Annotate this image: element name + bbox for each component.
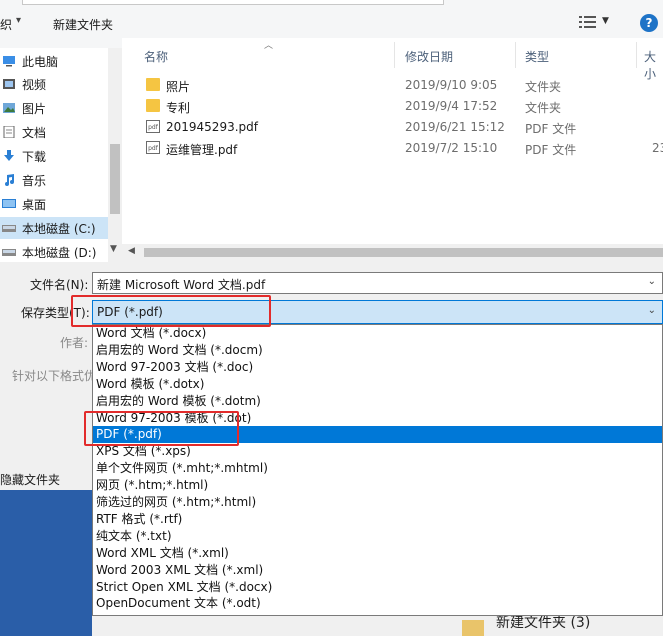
nav-item-drive-d[interactable]: 本地磁盘 (D:): [0, 241, 110, 263]
horizontal-scroll-thumb[interactable]: [144, 248, 663, 257]
nav-item-desktop[interactable]: 桌面: [0, 193, 110, 215]
drive-icon: [2, 225, 16, 232]
column-divider[interactable]: [515, 42, 516, 68]
chevron-down-icon[interactable]: ▾: [16, 15, 21, 26]
column-header-type[interactable]: 类型: [525, 48, 549, 65]
new-folder-button[interactable]: 新建文件夹: [53, 16, 113, 33]
music-icon: [5, 174, 14, 186]
savetype-option[interactable]: Word 模板 (*.dotx): [93, 376, 662, 393]
file-date: 2019/9/10 9:05: [405, 78, 498, 92]
view-dropdown-icon[interactable]: ▼: [602, 16, 609, 26]
folder-icon: [462, 620, 484, 636]
file-size: 23: [652, 141, 663, 155]
file-name: 运维管理.pdf: [166, 143, 238, 157]
savetype-option[interactable]: Word 文档 (*.docx): [93, 325, 662, 342]
address-bar-edge: [22, 0, 444, 5]
file-date: 2019/9/4 17:52: [405, 99, 498, 113]
pdf-file-icon: pdf: [146, 120, 160, 133]
savetype-option[interactable]: RTF 格式 (*.rtf): [93, 511, 662, 528]
nav-label: 文档: [22, 125, 47, 140]
nav-item-pictures[interactable]: 图片: [0, 97, 110, 119]
savetype-option[interactable]: 启用宏的 Word 文档 (*.docm): [93, 342, 662, 359]
savetype-option[interactable]: Word 97-2003 文档 (*.doc): [93, 359, 662, 376]
savetype-option[interactable]: 启用宏的 Word 模板 (*.dotm): [93, 393, 662, 410]
file-date: 2019/7/2 15:10: [405, 141, 498, 155]
filename-value: 新建 Microsoft Word 文档.pdf: [97, 278, 266, 292]
folder-icon: [146, 78, 160, 91]
drive-icon: [2, 249, 16, 256]
column-divider[interactable]: [394, 42, 395, 68]
nav-item-downloads[interactable]: 下载: [0, 145, 110, 167]
organize-button-partial[interactable]: 织: [0, 16, 12, 33]
savetype-option[interactable]: 网页 (*.htm;*.html): [93, 477, 662, 494]
chevron-down-icon[interactable]: ⌄: [648, 276, 656, 287]
file-row[interactable]: pdf 运维管理.pdf 2019/7/2 15:10 PDF 文件 23: [142, 138, 663, 158]
video-icon: [3, 79, 15, 89]
view-options-icon[interactable]: [578, 14, 598, 30]
savetype-option[interactable]: OpenDocument 文本 (*.odt): [93, 595, 662, 612]
file-type: PDF 文件: [525, 122, 577, 136]
document-icon: [3, 126, 15, 138]
file-row[interactable]: 专利 2019/9/4 17:52 文件夹: [142, 96, 663, 116]
nav-label: 音乐: [22, 173, 47, 188]
chevron-down-icon[interactable]: ⌄: [648, 305, 656, 316]
file-row[interactable]: 照片 2019/9/10 9:05 文件夹: [142, 75, 663, 95]
nav-scroll-thumb[interactable]: [110, 144, 120, 214]
file-type: 文件夹: [525, 80, 562, 94]
pdf-file-icon: pdf: [146, 141, 160, 154]
nav-item-this-pc[interactable]: 此电脑: [0, 50, 110, 72]
savetype-option[interactable]: 单个文件网页 (*.mht;*.mhtml): [93, 460, 662, 477]
file-name: 照片: [166, 80, 191, 94]
file-type: PDF 文件: [525, 143, 577, 157]
picture-icon: [3, 103, 15, 113]
file-name: 201945293.pdf: [166, 120, 258, 134]
savetype-option[interactable]: 纯文本 (*.txt): [93, 528, 662, 545]
hide-folders-button[interactable]: 隐藏文件夹: [0, 471, 60, 488]
annotation-box-savetype: [71, 295, 271, 327]
file-type: 文件夹: [525, 101, 562, 115]
nav-item-music[interactable]: 音乐: [0, 169, 110, 191]
file-name: 专利: [166, 101, 191, 115]
file-row[interactable]: pdf 201945293.pdf 2019/6/21 15:12 PDF 文件: [142, 117, 663, 137]
nav-label: 本地磁盘 (D:): [22, 245, 97, 260]
horizontal-scrollbar[interactable]: ◀: [122, 244, 663, 262]
nav-label: 下载: [22, 149, 47, 164]
sort-ascending-icon: ︿: [264, 41, 274, 51]
author-label: 作者:: [60, 336, 89, 350]
desktop-icon: [2, 199, 16, 208]
nav-label: 视频: [22, 77, 47, 92]
navigation-pane: 此电脑 视频 图片 文档 下载 音乐 桌面 本地磁盘 (C:) 本地磁盘 (D:…: [0, 48, 122, 262]
column-divider[interactable]: [636, 42, 637, 68]
optimize-for-label: 针对以下格式优: [12, 369, 97, 383]
watermark-logo: [500, 556, 650, 596]
nav-item-documents[interactable]: 文档: [0, 121, 110, 143]
annotation-box-pdf-option: [84, 411, 239, 446]
help-button[interactable]: ?: [640, 14, 658, 32]
download-icon: [4, 150, 14, 161]
file-date: 2019/6/21 15:12: [405, 120, 505, 134]
column-header-modified[interactable]: 修改日期: [405, 48, 453, 65]
nav-item-drive-c[interactable]: 本地磁盘 (C:): [0, 217, 110, 239]
nav-label: 此电脑: [22, 54, 59, 69]
nav-scrollbar[interactable]: ▼: [108, 48, 122, 262]
desktop-background: [0, 490, 92, 636]
filename-input[interactable]: 新建 Microsoft Word 文档.pdf ⌄: [92, 272, 663, 294]
nav-label: 图片: [22, 101, 47, 116]
column-header-name[interactable]: 名称: [144, 48, 168, 65]
computer-icon: [3, 56, 15, 67]
folder-icon: [146, 99, 160, 112]
scroll-left-icon[interactable]: ◀: [128, 246, 135, 256]
nav-item-videos[interactable]: 视频: [0, 73, 110, 95]
savetype-option[interactable]: 筛选过的网页 (*.htm;*.html): [93, 494, 662, 511]
scroll-down-icon[interactable]: ▼: [110, 244, 117, 254]
filename-label: 文件名(N):: [30, 278, 89, 292]
nav-label: 桌面: [22, 197, 47, 212]
file-list: ︿ 名称 修改日期 类型 大小 照片 2019/9/10 9:05 文件夹 专利…: [122, 38, 663, 262]
nav-label: 本地磁盘 (C:): [22, 221, 96, 236]
